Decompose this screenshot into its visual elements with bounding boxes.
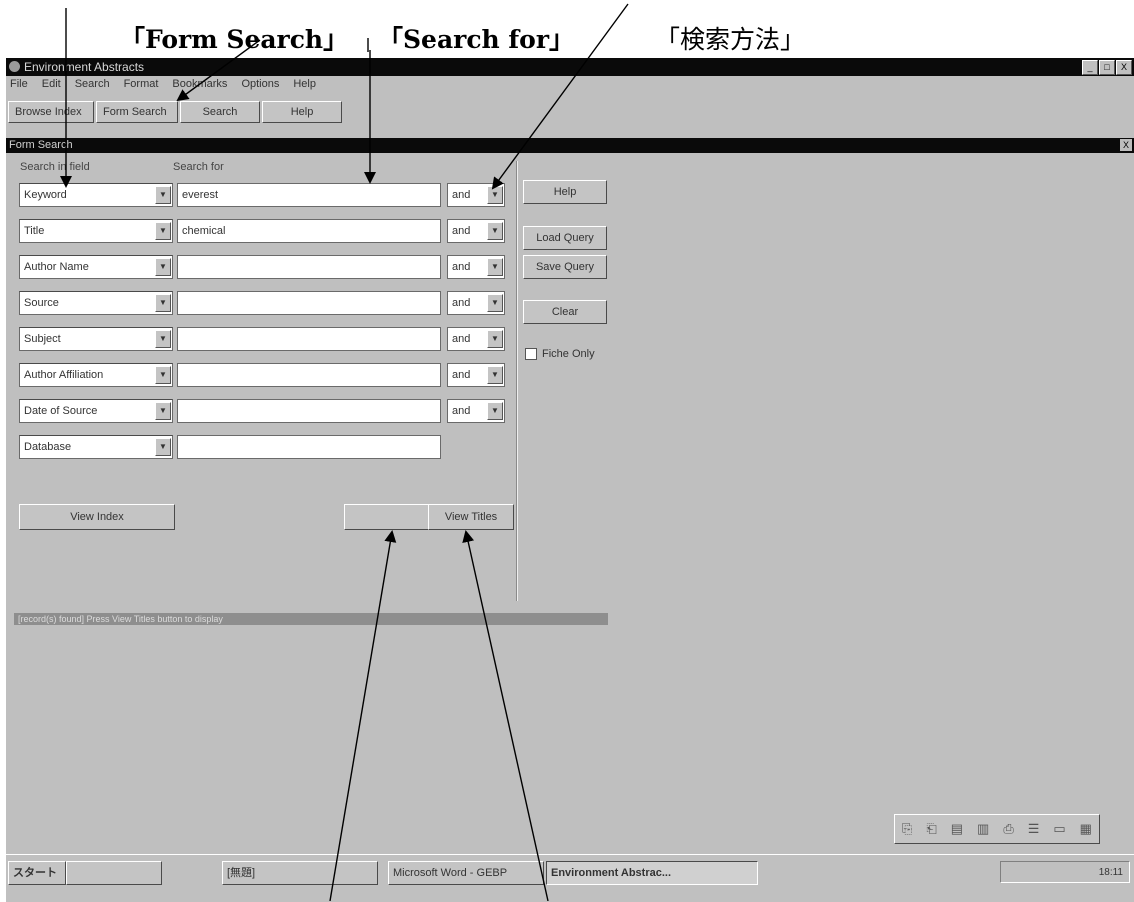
form-search-button[interactable]: Form Search (96, 101, 178, 123)
chevron-down-icon[interactable]: ▼ (487, 294, 503, 312)
field-select[interactable]: Date of Source ▼ (19, 399, 173, 423)
menu-format[interactable]: Format (124, 78, 159, 96)
operator-select[interactable]: and ▼ (447, 363, 505, 387)
menu-file[interactable]: File (10, 78, 28, 96)
operator-select[interactable]: and ▼ (447, 399, 505, 423)
chevron-down-icon[interactable]: ▼ (487, 186, 503, 204)
clear-button[interactable]: Clear (523, 300, 607, 324)
status-bar: [record(s) found] Press View Titles butt… (14, 613, 608, 625)
blank-button[interactable] (344, 504, 432, 530)
menu-help[interactable]: Help (293, 78, 316, 96)
system-tray-clock: 18:11 (1000, 861, 1130, 883)
save-query-button[interactable]: Save Query (523, 255, 607, 279)
search-button[interactable]: Search (180, 101, 260, 123)
search-input[interactable] (177, 399, 441, 423)
tool-icon[interactable]: ⎗ (926, 821, 936, 837)
search-input[interactable] (177, 291, 441, 315)
search-input[interactable] (177, 435, 441, 459)
minimize-button[interactable]: _ (1082, 60, 1098, 75)
chevron-down-icon[interactable]: ▼ (155, 438, 171, 456)
chevron-down-icon[interactable]: ▼ (487, 402, 503, 420)
taskbar: スタート [無題] Microsoft Word - GEBP Environm… (6, 854, 1134, 902)
start-button[interactable]: スタート (8, 861, 66, 885)
operator-select[interactable]: and ▼ (447, 219, 505, 243)
main-toolbar: Browse Index Form Search Search Help (8, 101, 342, 123)
operator-select[interactable]: and ▼ (447, 291, 505, 315)
field-select[interactable]: Database ▼ (19, 435, 173, 459)
chevron-down-icon[interactable]: ▼ (155, 294, 171, 312)
header-search-for: Search for (173, 161, 224, 173)
search-input[interactable]: everest (177, 183, 441, 207)
callout-form-search: 「Form Search」 (120, 25, 349, 54)
operator-select[interactable]: and ▼ (447, 255, 505, 279)
form-help-button[interactable]: Help (523, 180, 607, 204)
maximize-button[interactable]: □ (1099, 60, 1115, 75)
chevron-down-icon[interactable]: ▼ (487, 330, 503, 348)
callout-search-for: 「Search for」 (378, 25, 575, 54)
search-input[interactable] (177, 363, 441, 387)
menu-edit[interactable]: Edit (42, 78, 61, 96)
taskbar-item[interactable]: Microsoft Word - GEBP (388, 861, 544, 885)
field-select[interactable]: Author Name ▼ (19, 255, 173, 279)
fiche-only-checkbox[interactable] (525, 348, 537, 360)
chevron-down-icon[interactable]: ▼ (155, 402, 171, 420)
taskbar-item[interactable] (66, 861, 162, 885)
menu-bar: File Edit Search Format Bookmarks Option… (6, 78, 316, 96)
app-icon (9, 61, 20, 72)
search-input[interactable] (177, 327, 441, 351)
browse-index-button[interactable]: Browse Index (8, 101, 94, 123)
header-search-in-field: Search in field (20, 161, 90, 173)
tool-icon[interactable]: ⎙ (1003, 821, 1013, 837)
view-index-button[interactable]: View Index (19, 504, 175, 530)
operator-select[interactable]: and ▼ (447, 183, 505, 207)
app-window: File Edit Search Format Bookmarks Option… (6, 76, 1134, 902)
tool-icon[interactable]: ▤ (951, 821, 963, 837)
form-search-titlebar: Form Search X (6, 138, 1134, 153)
close-button[interactable]: X (1116, 60, 1132, 75)
form-close-button[interactable]: X (1120, 139, 1132, 151)
chevron-down-icon[interactable]: ▼ (155, 366, 171, 384)
tool-icon[interactable]: ⎘ (902, 821, 912, 837)
chevron-down-icon[interactable]: ▼ (487, 258, 503, 276)
tool-icon[interactable]: ▥ (977, 821, 989, 837)
chevron-down-icon[interactable]: ▼ (155, 222, 171, 240)
load-query-button[interactable]: Load Query (523, 226, 607, 250)
field-select[interactable]: Author Affiliation ▼ (19, 363, 173, 387)
tool-icon[interactable]: ▦ (1080, 821, 1092, 837)
window-titlebar: Environment Abstracts _ □ X (6, 58, 1134, 76)
chevron-down-icon[interactable]: ▼ (487, 366, 503, 384)
search-input[interactable]: chemical (177, 219, 441, 243)
window-controls: _ □ X (1082, 60, 1132, 75)
taskbar-item[interactable]: [無題] (222, 861, 378, 885)
floating-toolbar: ⎘ ⎗ ▤ ▥ ⎙ ☰ ▭ ▦ (894, 814, 1100, 844)
tool-icon[interactable]: ☰ (1028, 821, 1040, 837)
search-input[interactable] (177, 255, 441, 279)
menu-options[interactable]: Options (241, 78, 279, 96)
field-select[interactable]: Keyword ▼ (19, 183, 173, 207)
field-select[interactable]: Source ▼ (19, 291, 173, 315)
taskbar-item-active[interactable]: Environment Abstrac... (546, 861, 758, 885)
chevron-down-icon[interactable]: ▼ (155, 330, 171, 348)
callout-search-method: 「検索方法」 (655, 25, 806, 54)
view-titles-button[interactable]: View Titles (428, 504, 514, 530)
chevron-down-icon[interactable]: ▼ (487, 222, 503, 240)
window-title: Environment Abstracts (24, 60, 145, 74)
help-button[interactable]: Help (262, 101, 342, 123)
vertical-divider (516, 161, 517, 601)
field-select[interactable]: Title ▼ (19, 219, 173, 243)
menu-bookmarks[interactable]: Bookmarks (172, 78, 227, 96)
fiche-only-option[interactable]: Fiche Only (525, 348, 595, 360)
menu-search[interactable]: Search (75, 78, 110, 96)
fiche-only-label: Fiche Only (542, 348, 595, 360)
form-search-title: Form Search (9, 139, 73, 151)
field-select[interactable]: Subject ▼ (19, 327, 173, 351)
chevron-down-icon[interactable]: ▼ (155, 258, 171, 276)
operator-select[interactable]: and ▼ (447, 327, 505, 351)
tool-icon[interactable]: ▭ (1053, 821, 1065, 837)
chevron-down-icon[interactable]: ▼ (155, 186, 171, 204)
